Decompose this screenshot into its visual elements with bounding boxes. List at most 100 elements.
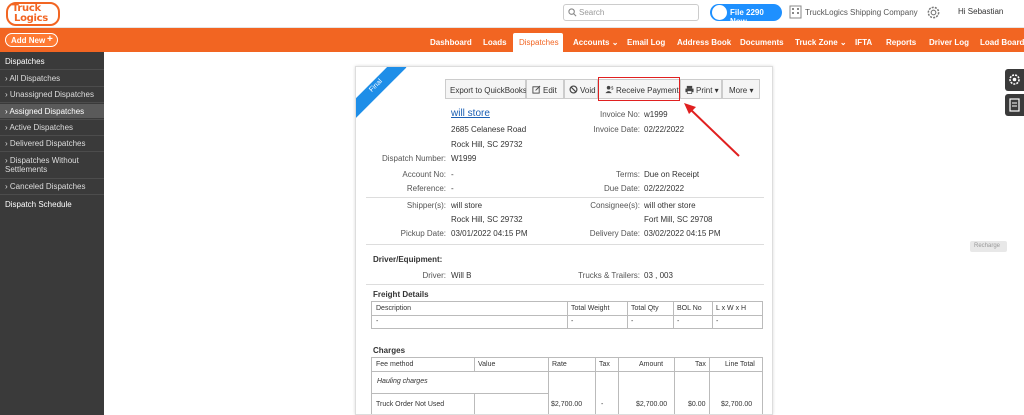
freight-cell: - xyxy=(571,318,574,325)
add-new-button[interactable]: Add New + xyxy=(5,33,58,47)
charges-heading: Charges xyxy=(373,346,406,355)
company-name[interactable]: TruckLogics Shipping Company xyxy=(805,8,918,17)
sidebar-dispatch-schedule[interactable]: Dispatch Schedule xyxy=(5,200,72,209)
invoice-no-label: Invoice No: xyxy=(599,110,640,119)
sidebar: Dispatches › All Dispatches › Unassigned… xyxy=(0,52,104,415)
notes-side-button[interactable] xyxy=(1005,94,1024,116)
account-no-label: Account No: xyxy=(402,170,446,179)
reference-label: Reference: xyxy=(406,184,446,193)
charges-header-tax: Tax xyxy=(599,361,610,368)
invoice-no-value: w1999 xyxy=(644,110,668,119)
nav-accounts[interactable]: Accounts ⌄ xyxy=(573,38,618,47)
driver-value: Will B xyxy=(451,271,472,280)
nav-load-board[interactable]: Load Board xyxy=(980,38,1024,47)
terms-value: Due on Receipt xyxy=(644,170,700,179)
nav-reports[interactable]: Reports xyxy=(886,38,916,47)
document-icon xyxy=(1009,98,1020,112)
shipper-name: will store xyxy=(451,201,483,210)
plus-icon: + xyxy=(47,34,53,45)
charges-header-amount: Amount xyxy=(639,361,664,368)
edit-button[interactable]: Edit xyxy=(526,79,564,99)
edit-icon xyxy=(532,85,541,94)
freight-cell: - xyxy=(631,318,634,325)
charge-fee-method: Truck Order Not Used xyxy=(376,401,445,408)
freight-details-heading: Freight Details xyxy=(373,290,429,299)
truck-logics-logo[interactable]: Truck Logics xyxy=(6,2,60,26)
building-icon xyxy=(789,5,802,19)
trucks-trailers-value: 03 , 003 xyxy=(644,271,673,280)
gear-icon xyxy=(1009,74,1020,85)
pickup-date-label: Pickup Date: xyxy=(400,229,446,238)
gear-icon[interactable] xyxy=(926,5,941,20)
annotation-arrow-icon xyxy=(684,103,740,157)
charges-header-tax2: Tax xyxy=(695,361,706,368)
customer-name-link[interactable]: will store xyxy=(451,108,490,119)
print-icon xyxy=(685,85,694,94)
status-ribbon: Final xyxy=(356,67,407,119)
more-button[interactable]: More ▾ xyxy=(722,79,760,99)
sidebar-item-without-settlements[interactable]: › Dispatches Without Settlements xyxy=(0,154,104,176)
sidebar-item-delivered[interactable]: › Delivered Dispatches xyxy=(0,137,104,150)
ban-icon xyxy=(569,85,578,94)
support-side-button[interactable] xyxy=(1005,69,1024,91)
terms-label: Terms: xyxy=(616,170,640,179)
nav-email-log[interactable]: Email Log xyxy=(627,38,665,47)
sidebar-item-unassigned[interactable]: › Unassigned Dispatches xyxy=(0,88,104,101)
sidebar-item-active[interactable]: › Active Dispatches xyxy=(0,121,104,134)
chevron-down-icon: ⌄ xyxy=(611,38,619,47)
pickup-date-value: 03/01/2022 04:15 PM xyxy=(451,229,528,238)
user-greeting[interactable]: Hi Sebastian xyxy=(958,7,1003,16)
nav-address-book[interactable]: Address Book xyxy=(677,38,731,47)
charge-rate: $2,700.00 xyxy=(551,401,583,408)
freight-header-bol: BOL No xyxy=(677,305,702,312)
freight-cell: - xyxy=(376,318,379,325)
hauling-charges-label: Hauling charges xyxy=(377,378,428,385)
shipper-city: Rock Hill, SC 29732 xyxy=(451,215,523,224)
sidebar-item-canceled[interactable]: › Canceled Dispatches xyxy=(0,180,104,193)
shipper-label: Shipper(s): xyxy=(406,201,446,210)
account-no-value: - xyxy=(451,170,454,179)
dispatch-number-label: Dispatch Number: xyxy=(381,154,446,163)
export-quickbooks-button[interactable]: Export to QuickBooks xyxy=(445,79,527,99)
charge-line-total: $2,700.00 xyxy=(721,401,753,408)
charges-table: Fee method Value Rate Tax Amount Tax Lin… xyxy=(371,357,763,414)
driver-label: Driver: xyxy=(422,271,446,280)
print-button[interactable]: Print ▾ xyxy=(680,79,722,99)
nav-ifta[interactable]: IFTA xyxy=(855,38,872,47)
charges-header-value: Value xyxy=(478,361,496,368)
2290-badge-icon xyxy=(712,5,727,20)
freight-cell: - xyxy=(677,318,680,325)
file-2290-button[interactable]: File 2290 Now xyxy=(710,4,782,26)
customer-address2: Rock Hill, SC 29732 xyxy=(451,140,523,149)
nav-loads[interactable]: Loads xyxy=(483,38,507,47)
freight-header-weight: Total Weight xyxy=(571,305,610,312)
nav-dispatches[interactable]: Dispatches xyxy=(513,33,563,52)
freight-table: Description Total Weight Total Qty BOL N… xyxy=(371,301,763,329)
charge-amount: $2,700.00 xyxy=(636,401,668,408)
charges-header-rate: Rate xyxy=(552,361,567,368)
delivery-date-value: 03/02/2022 04:15 PM xyxy=(644,229,721,238)
charge-tax2: $0.00 xyxy=(688,401,706,408)
reference-value: - xyxy=(451,184,454,193)
top-header: Truck Logics Search File 2290 Now TruckL… xyxy=(0,0,1024,28)
nav-documents[interactable]: Documents xyxy=(740,38,784,47)
consignee-name: will other store xyxy=(644,201,696,210)
freight-cell: - xyxy=(716,318,719,325)
sidebar-heading: Dispatches xyxy=(5,57,45,66)
void-button[interactable]: Void xyxy=(564,79,598,99)
sidebar-item-assigned[interactable]: › Assigned Dispatches xyxy=(0,104,104,118)
due-date-label: Due Date: xyxy=(603,184,640,193)
search-icon xyxy=(568,8,577,17)
chevron-down-icon: ⌄ xyxy=(839,38,847,47)
nav-dashboard[interactable]: Dashboard xyxy=(430,38,472,47)
nav-truck-zone[interactable]: Truck Zone ⌄ xyxy=(795,38,847,47)
consignee-city: Fort Mill, SC 29708 xyxy=(644,215,713,224)
search-input[interactable]: Search xyxy=(563,4,699,21)
customer-address1: 2685 Celanese Road xyxy=(451,125,527,134)
recharge-button[interactable]: Recharge xyxy=(970,241,1007,252)
invoice-date-label: Invoice Date: xyxy=(593,125,640,134)
freight-header-qty: Total Qty xyxy=(631,305,659,312)
dispatch-number-value: W1999 xyxy=(451,154,477,163)
sidebar-item-all-dispatches[interactable]: › All Dispatches xyxy=(0,72,104,85)
nav-driver-log[interactable]: Driver Log xyxy=(929,38,969,47)
